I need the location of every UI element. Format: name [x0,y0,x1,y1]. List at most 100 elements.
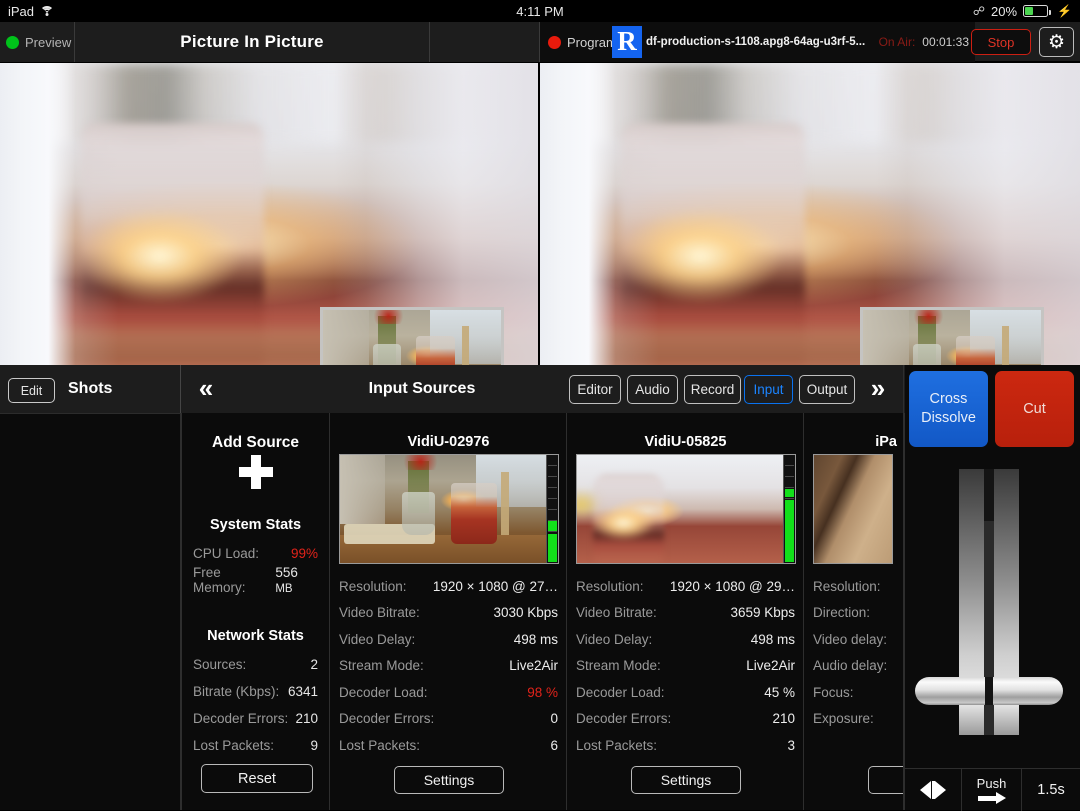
source-stat-row: Video Bitrate:3030 Kbps [339,600,558,627]
shots-panel[interactable] [0,413,180,810]
tab-record[interactable]: Record [684,375,741,404]
source-video-frame [814,455,892,563]
stream-name-label: df-production-s-1108.apg8-64ag-u3rf-5... [646,36,865,48]
pip-vase [373,344,401,365]
source-stat-key: Exposure: [813,711,874,726]
pip-title-container[interactable]: Picture In Picture [75,22,430,62]
source-stat-key: Decoder Errors: [339,711,434,726]
tab-audio[interactable]: Audio [627,375,678,404]
stat-number: 556 [275,565,298,580]
pip-candle-jar [956,336,995,365]
stat-value: 6341 [288,684,318,699]
reverse-transition-button[interactable] [905,769,962,811]
program-monitor[interactable] [540,63,1080,365]
source-stat-row: Lost Packets:6 [339,732,558,759]
source-name-label: VidiU-02976 [331,434,566,450]
system-stat-row: CPU Load:99% [193,540,318,566]
video-monitors [0,63,1080,365]
source-stat-value: 45 % [764,685,795,700]
source-stat-row: Video delay: [813,626,895,653]
pip-inset[interactable] [320,307,504,365]
source-stat-key: Direction: [813,605,870,620]
source-settings-button[interactable]: Settings [394,766,504,794]
source-stat-key: Audio delay: [813,658,887,673]
transition-t-bar[interactable] [959,469,1019,735]
t-bar-handle[interactable] [915,677,1063,705]
on-air-label: On Air: [879,35,916,49]
network-stat-row: Bitrate (Kbps): 6341 [193,678,318,704]
chevron-double-left-icon[interactable]: « [190,374,222,404]
pip-inset[interactable] [860,307,1044,365]
tab-output[interactable]: Output [799,375,855,404]
stat-value: 556 MB [275,565,318,595]
battery-icon [1023,5,1048,17]
cut-button[interactable]: Cut [995,371,1074,447]
tab-editor[interactable]: Editor [569,375,621,404]
source-stat-value: 498 ms [514,632,558,647]
stat-key: Bitrate (Kbps): [193,684,279,699]
source-card-2: iPa Resolution:Direction:Video delay:Aud… [805,413,903,810]
source-thumbnail[interactable] [813,454,893,564]
source-stat-key: Resolution: [576,579,644,594]
preview-tab[interactable]: Preview [0,22,75,62]
push-transition-button[interactable]: Push [962,769,1022,811]
cross-dissolve-button[interactable]: Cross Dissolve [909,371,988,447]
source-stat-row: Lost Packets:3 [576,732,795,759]
chevron-double-right-icon[interactable]: » [861,374,895,404]
source-thumbnail[interactable] [339,454,559,564]
source-name-label: iPa [805,434,903,450]
source-stat-row: Video Bitrate:3659 Kbps [576,600,795,627]
source-stat-key: Lost Packets: [576,738,657,753]
system-stats-title: System Stats [182,517,329,533]
source-stat-key: Decoder Errors: [576,711,671,726]
source-stat-key: Stream Mode: [339,658,424,673]
app-header: Preview Picture In Picture Program R df-… [0,22,1080,62]
source-stat-key: Stream Mode: [576,658,661,673]
stat-value: 210 [295,711,318,726]
stream-service-logo-icon: R [612,26,642,58]
tab-input[interactable]: Input [744,375,793,404]
program-tab[interactable]: Program [540,22,612,62]
stream-destination[interactable]: R df-production-s-1108.apg8-64ag-u3rf-5.… [612,22,877,62]
plus-icon[interactable] [239,455,273,489]
source-stat-row: Video Delay: 498 ms [339,626,558,653]
audio-level-meter [783,455,795,563]
source-card-0: VidiU-02976 Re [331,413,567,810]
source-stat-row: Resolution:1920 × 1080 @ 27… [339,573,558,600]
transition-duration-button[interactable]: 1.5s [1022,769,1080,811]
toolbar-divider-2 [903,365,904,413]
bluetooth-icon: ☍ [973,5,985,17]
source-stat-key: Video Bitrate: [576,605,657,620]
gear-icon[interactable]: ⚙ [1039,27,1074,57]
stat-value: 9 [310,738,318,753]
arrow-right-icon [978,792,1006,803]
source-settings-button[interactable]: Settings [631,766,741,794]
preview-monitor[interactable] [0,63,538,365]
source-stat-key: Decoder Load: [339,685,428,700]
page-title: Picture In Picture [180,32,323,52]
pip-chair-leg [1002,326,1009,365]
stat-unit: MB [275,583,292,595]
source-stat-row: Video Delay:498 ms [576,626,795,653]
source-stat-row: Stream Mode:Live2Air [339,653,558,680]
source-stat-row: Audio delay: [813,653,895,680]
add-source-title: Add Source [182,434,329,452]
source-stat-value: 0 [550,711,558,726]
source-stat-row: Focus: [813,679,895,706]
edit-button[interactable]: Edit [8,378,55,403]
source-stat-row: Stream Mode:Live2Air [576,653,795,680]
source-stat-key: Focus: [813,685,854,700]
preview-label: Preview [25,35,71,50]
program-status-dot [548,36,561,49]
source-name-label: VidiU-05825 [568,434,803,450]
reset-button[interactable]: Reset [201,764,313,793]
network-stat-row: Lost Packets:9 [193,732,318,758]
source-stat-value: 98 % [527,685,558,700]
input-sources-title: Input Sources [262,380,582,398]
stop-button[interactable]: Stop [971,29,1031,55]
source-thumbnail[interactable] [576,454,796,564]
stat-key: Sources: [193,657,246,672]
source-stat-key: Decoder Load: [576,685,665,700]
stat-value: 2 [310,657,318,672]
source-stat-key: Video Delay: [339,632,415,647]
